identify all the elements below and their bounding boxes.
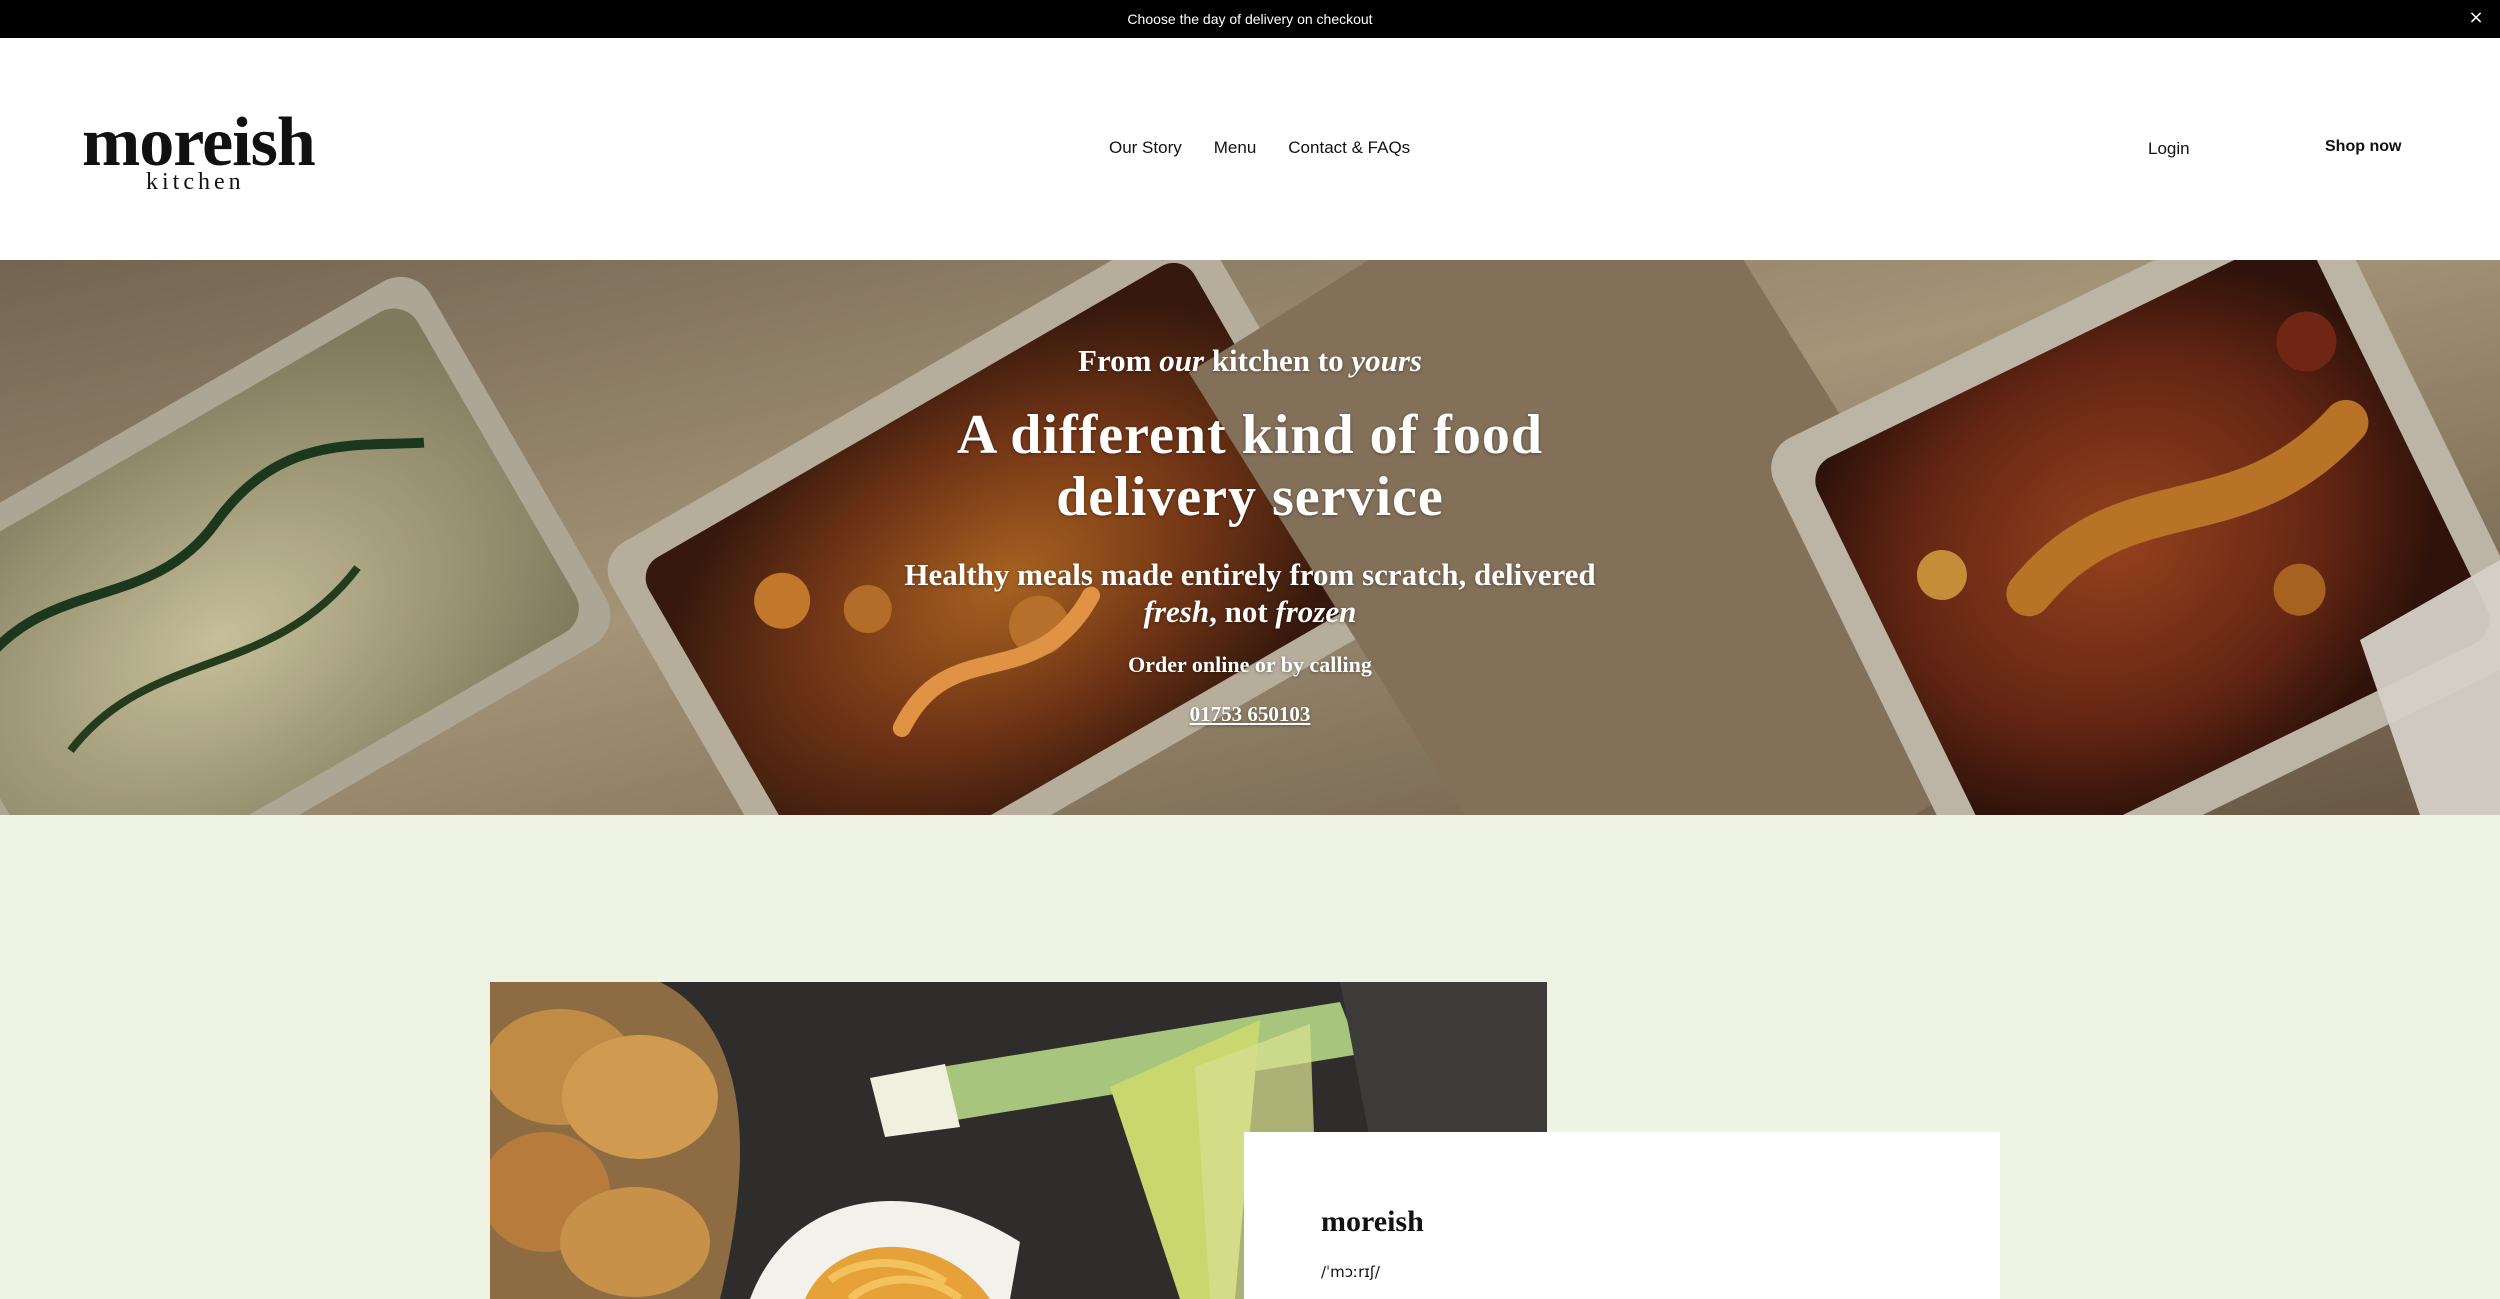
site-header: moreish kitchen Our Story Menu Contact &…: [0, 38, 2500, 260]
hero-copy: From our kitchen to yours A different ki…: [850, 342, 1650, 727]
announcement-text: Choose the day of delivery on checkout: [1127, 11, 1373, 27]
shop-now-link[interactable]: Shop now: [2325, 138, 2401, 156]
hero-title: A different kind of food delivery servic…: [956, 404, 1544, 528]
hero-subtitle: Healthy meals made entirely from scratch…: [904, 557, 1596, 629]
announcement-bar: Choose the day of delivery on checkout ×: [0, 0, 2500, 38]
brand-name: moreish: [82, 104, 316, 181]
nav-menu[interactable]: Menu: [1214, 138, 1257, 158]
brand-subtitle: kitchen: [146, 169, 245, 195]
close-icon[interactable]: ×: [2464, 6, 2488, 30]
hero-banner: From our kitchen to yours A different ki…: [0, 260, 2500, 815]
pronunciation: /ˈmɔːrɪʃ/: [1321, 1263, 1380, 1281]
definition-card: moreish /ˈmɔːrɪʃ/: [1244, 1132, 2000, 1299]
login-link[interactable]: Login: [2148, 139, 2190, 159]
phone-link[interactable]: 01753 650103: [1190, 702, 1311, 727]
hero-eyebrow: From our kitchen to yours: [1078, 343, 1422, 378]
nav-our-story[interactable]: Our Story: [1109, 138, 1182, 158]
main-navigation: Our Story Menu Contact & FAQs: [1109, 138, 1410, 158]
story-section: moreish /ˈmɔːrɪʃ/: [0, 815, 2500, 1299]
nav-contact-faqs[interactable]: Contact & FAQs: [1288, 138, 1410, 158]
brand-logo[interactable]: moreish kitchen: [82, 104, 316, 228]
order-text: Order online or by calling: [1128, 652, 1372, 677]
definition-word: moreish: [1321, 1205, 1424, 1238]
